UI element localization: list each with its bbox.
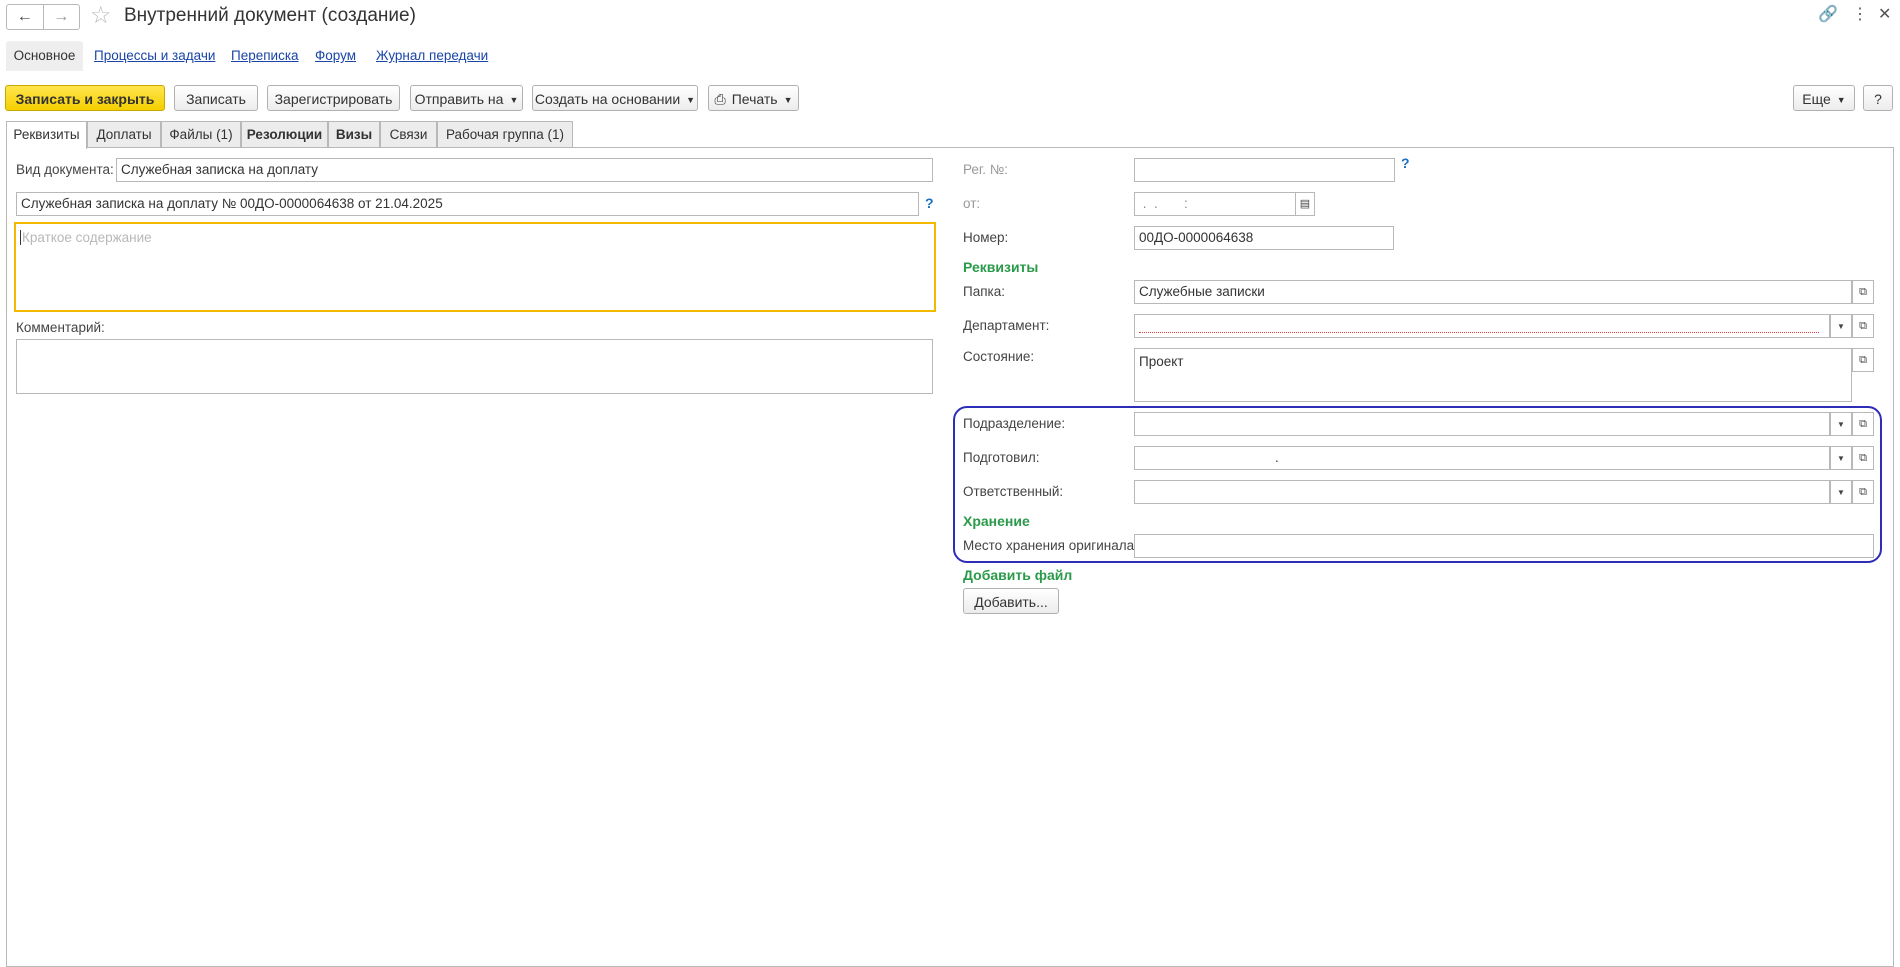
caret-down-icon: ▼ [509, 95, 519, 106]
tab-work-group[interactable]: Рабочая группа (1) [437, 121, 573, 147]
tab-files[interactable]: Файлы (1) [161, 121, 241, 147]
register-label: Зарегистрировать [274, 91, 393, 107]
group-add-file-header: Добавить файл [963, 567, 1073, 583]
caret-down-icon: ▼ [783, 95, 793, 106]
group-storage-header: Хранение [963, 513, 1030, 529]
number-label: Номер: [963, 230, 1009, 245]
reg-no-field[interactable] [1134, 158, 1395, 182]
caret-down-icon: ▼ [1836, 95, 1846, 106]
section-forum[interactable]: Форум [315, 41, 356, 71]
group-requisites-header: Реквизиты [963, 259, 1039, 275]
save-label: Записать [186, 91, 246, 107]
close-icon[interactable]: ✕ [1878, 4, 1891, 26]
tab-surcharges[interactable]: Доплаты [87, 121, 161, 147]
dropdown-arrow-icon[interactable]: ▼ [1830, 480, 1852, 504]
summary-textarea[interactable]: Краткое содержание [14, 222, 936, 312]
number-field[interactable]: 00ДО-0000064638 [1134, 226, 1394, 250]
send-to-label: Отправить на [414, 91, 504, 107]
save-close-label: Записать и закрыть [15, 91, 155, 107]
state-label: Состояние: [963, 349, 1035, 364]
storage-field[interactable] [1134, 534, 1874, 558]
reg-no-label: Рег. №: [963, 162, 1008, 177]
folder-field[interactable]: Служебные записки [1134, 280, 1852, 304]
comment-textarea[interactable] [16, 339, 933, 394]
caret-down-icon: ▼ [686, 95, 696, 106]
print-label: Печать [731, 91, 778, 107]
more-button[interactable]: Еще ▼ [1793, 85, 1855, 111]
add-file-label: Добавить... [974, 594, 1048, 610]
forward-arrow-icon[interactable]: → [42, 5, 80, 29]
tab-requisites[interactable]: Реквизиты [6, 121, 87, 149]
printer-icon: ⎙ [714, 91, 726, 107]
tab-links[interactable]: Связи [380, 121, 437, 147]
nav-buttons: ← → [6, 4, 80, 30]
help-question-icon[interactable]: ? [1401, 155, 1410, 171]
folder-label: Папка: [963, 284, 1005, 299]
date-field[interactable]: . . : [1134, 192, 1296, 216]
save-close-button[interactable]: Записать и закрыть [5, 85, 165, 111]
division-field[interactable] [1134, 412, 1830, 436]
state-field: Проект [1134, 348, 1852, 402]
responsible-label: Ответственный: [963, 484, 1064, 499]
doc-type-label: Вид документа: [16, 162, 114, 177]
division-label: Подразделение: [963, 416, 1066, 431]
storage-label: Место хранения оригинала: [963, 538, 1138, 553]
section-processes[interactable]: Процессы и задачи [94, 41, 215, 71]
create-based-label: Создать на основании [534, 91, 681, 107]
more-vertical-icon[interactable]: ⋮ [1852, 4, 1868, 26]
send-to-button[interactable]: Отправить на ▼ [410, 85, 523, 111]
from-date-label: от: [963, 196, 981, 211]
prepared-label: Подготовил: [963, 450, 1040, 465]
section-correspondence[interactable]: Переписка [231, 41, 299, 71]
favorite-star-icon[interactable]: ☆ [90, 2, 112, 30]
tab-visas[interactable]: Визы [328, 121, 380, 147]
responsible-field[interactable] [1134, 480, 1830, 504]
prepared-field[interactable]: . [1134, 446, 1830, 470]
section-main[interactable]: Основное [6, 41, 83, 71]
comment-label: Комментарий: [16, 320, 105, 335]
help-button[interactable]: ? [1863, 85, 1893, 111]
tab-resolutions[interactable]: Резолюции [241, 121, 328, 147]
more-label: Еще [1802, 91, 1831, 107]
create-based-button[interactable]: Создать на основании ▼ [532, 85, 698, 111]
department-label: Департамент: [963, 318, 1050, 333]
open-link-icon[interactable]: ⧉ [1852, 412, 1874, 436]
add-file-button[interactable]: Добавить... [963, 588, 1059, 614]
doc-title-field[interactable]: Служебная записка на доплату № 00ДО-0000… [16, 192, 919, 216]
print-button[interactable]: ⎙ Печать ▼ [708, 85, 799, 111]
open-link-icon[interactable]: ⧉ [1852, 446, 1874, 470]
required-underline [1139, 332, 1819, 333]
calendar-icon[interactable]: ▤ [1295, 192, 1315, 216]
section-transfer-log[interactable]: Журнал передачи [376, 41, 488, 71]
back-arrow-icon[interactable]: ← [7, 5, 43, 29]
save-button[interactable]: Записать [174, 85, 258, 111]
window-title: Внутренний документ (создание) [124, 5, 416, 26]
open-link-icon[interactable]: ⧉ [1852, 348, 1874, 372]
dropdown-arrow-icon[interactable]: ▼ [1830, 446, 1852, 470]
link-icon[interactable]: 🔗 [1818, 4, 1838, 26]
help-label: ? [1874, 91, 1882, 107]
open-link-icon[interactable]: ⧉ [1852, 314, 1874, 338]
open-link-icon[interactable]: ⧉ [1852, 480, 1874, 504]
summary-placeholder: Краткое содержание [20, 230, 152, 245]
doc-type-field[interactable]: Служебная записка на доплату [116, 158, 933, 182]
dropdown-arrow-icon[interactable]: ▼ [1830, 314, 1852, 338]
dropdown-arrow-icon[interactable]: ▼ [1830, 412, 1852, 436]
department-field[interactable] [1134, 314, 1830, 338]
register-button[interactable]: Зарегистрировать [267, 85, 400, 111]
help-question-icon[interactable]: ? [925, 195, 934, 211]
open-link-icon[interactable]: ⧉ [1852, 280, 1874, 304]
